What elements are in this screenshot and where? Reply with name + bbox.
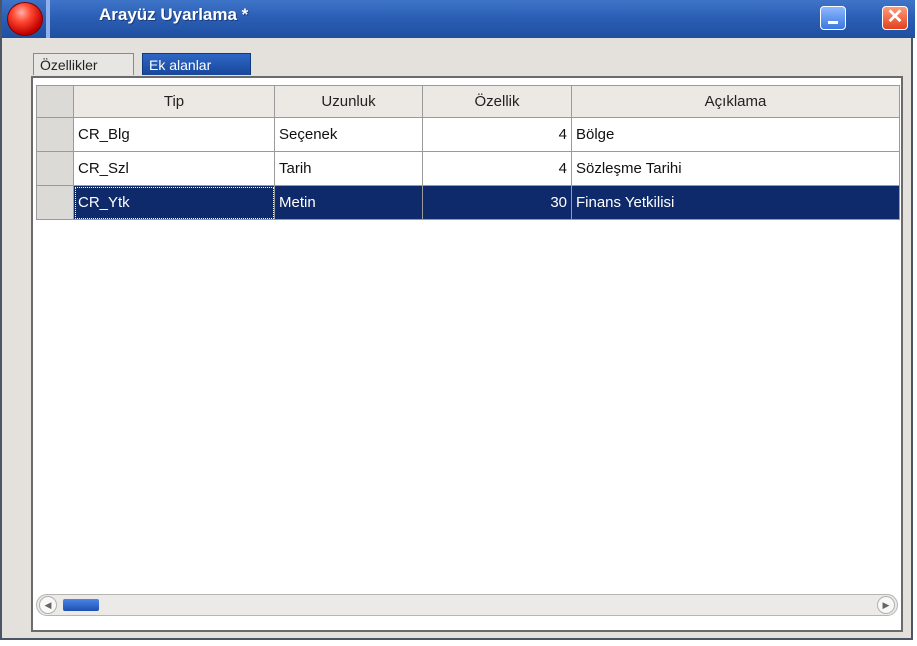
tab-ek-alanlar[interactable]: Ek alanlar — [142, 53, 251, 75]
window: Arayüz Uyarlama * ✕ Özellikler Ek alanla… — [0, 0, 915, 640]
title-separator — [46, 0, 50, 38]
column-header-ozellik[interactable]: Özellik — [422, 85, 572, 118]
header-row: Tip Uzunluk Özellik Açıklama — [36, 85, 900, 118]
fields-table: Tip Uzunluk Özellik Açıklama CR_Blg Seçe… — [36, 85, 900, 220]
tab-ozellikler[interactable]: Özellikler — [33, 53, 134, 75]
corner-cell[interactable] — [36, 85, 74, 118]
table-row[interactable]: CR_Blg Seçenek 4 Bölge — [36, 117, 900, 152]
cell-tip[interactable]: CR_Szl — [73, 151, 275, 186]
column-header-tip[interactable]: Tip — [73, 85, 275, 118]
scroll-right-icon[interactable]: ▶ — [877, 596, 895, 614]
minimize-button[interactable] — [820, 6, 846, 30]
close-button[interactable]: ✕ — [882, 6, 908, 30]
cell-uzunluk[interactable]: Tarih — [274, 151, 423, 186]
cell-ozellik[interactable]: 30 — [422, 185, 572, 220]
table-row[interactable]: CR_Szl Tarih 4 Sözleşme Tarihi — [36, 151, 900, 186]
cell-aciklama[interactable]: Sözleşme Tarihi — [571, 151, 900, 186]
title-bar[interactable]: Arayüz Uyarlama * ✕ — [2, 0, 915, 38]
row-header[interactable] — [36, 117, 74, 152]
cell-uzunluk[interactable]: Seçenek — [274, 117, 423, 152]
cell-uzunluk[interactable]: Metin — [274, 185, 423, 220]
cell-ozellik[interactable]: 4 — [422, 117, 572, 152]
cell-aciklama[interactable]: Bölge — [571, 117, 900, 152]
scroll-left-icon[interactable]: ◀ — [39, 596, 57, 614]
app-orb-icon[interactable] — [7, 2, 43, 36]
table-row-selected[interactable]: CR_Ytk Metin 30 Finans Yetkilisi — [36, 185, 900, 220]
minimize-icon — [828, 21, 838, 24]
row-header[interactable] — [36, 185, 74, 220]
horizontal-scrollbar[interactable]: ◀ ▶ — [36, 594, 898, 616]
cell-aciklama[interactable]: Finans Yetkilisi — [571, 185, 900, 220]
fields-grid: Tip Uzunluk Özellik Açıklama CR_Blg Seçe… — [31, 76, 903, 632]
cell-ozellik[interactable]: 4 — [422, 151, 572, 186]
column-header-aciklama[interactable]: Açıklama — [571, 85, 900, 118]
scroll-thumb[interactable] — [63, 599, 99, 611]
row-header[interactable] — [36, 151, 74, 186]
cell-tip[interactable]: CR_Blg — [73, 117, 275, 152]
window-title: Arayüz Uyarlama * — [99, 5, 249, 24]
cell-tip[interactable]: CR_Ytk — [73, 185, 275, 220]
column-header-uzunluk[interactable]: Uzunluk — [274, 85, 423, 118]
